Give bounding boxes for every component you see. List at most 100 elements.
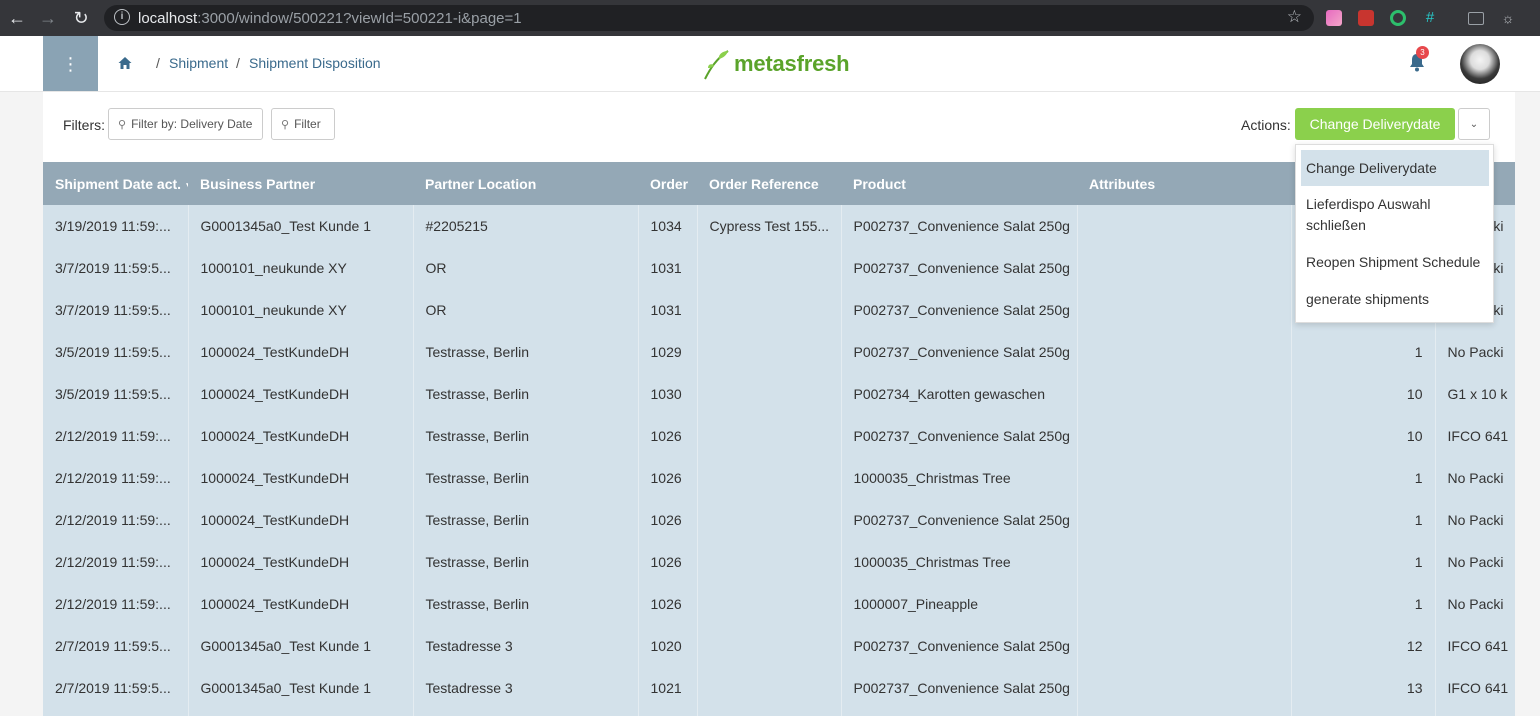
cell-attributes[interactable] [1077, 373, 1292, 415]
cell-order[interactable]: 1031 [638, 247, 698, 289]
table-row[interactable]: 2/7/2019 11:59:5... G0001345a0_Test Kunde… [43, 667, 1515, 709]
cell-partner-location[interactable]: Testrasse, Berlin [413, 415, 639, 457]
cell-order[interactable]: 1021 [638, 667, 698, 709]
cell-packing[interactable]: IFCO 641 [1435, 667, 1515, 709]
url-text[interactable]: localhost:3000/window/500221?viewId=5002… [138, 10, 522, 27]
cell-order[interactable]: 1026 [638, 457, 698, 499]
home-icon[interactable] [117, 55, 133, 71]
cell-order[interactable]: 1031 [638, 289, 698, 331]
cell-order-reference[interactable] [697, 457, 842, 499]
cell-order-reference[interactable] [697, 247, 842, 289]
table-row[interactable]: 3/5/2019 11:59:5... 1000024_TestKundeDH Te… [43, 373, 1515, 415]
menu-item-reopen-shipment-schedule[interactable]: Reopen Shipment Schedule [1301, 252, 1489, 273]
cell-shipment-date[interactable]: 2/12/2019 11:59:... [43, 457, 189, 499]
info-icon[interactable]: i [114, 9, 130, 25]
extension-icon[interactable] [1358, 10, 1374, 26]
cell-order[interactable]: 1029 [638, 331, 698, 373]
cell-quantity[interactable]: 1 [1291, 457, 1436, 499]
cell-product[interactable]: P002734_Karotten gewaschen [841, 373, 1078, 415]
cell-packing[interactable]: G1 x 10 k [1435, 373, 1515, 415]
cell-quantity[interactable]: 1 [1291, 583, 1436, 625]
cell-attributes[interactable] [1077, 247, 1292, 289]
cell-product[interactable]: P002737_Convenience Salat 250g [841, 625, 1078, 667]
cell-order-reference[interactable] [697, 331, 842, 373]
cell-order[interactable]: 1026 [638, 415, 698, 457]
cell-business-partner[interactable]: 1000101_neukunde XY [188, 289, 414, 331]
cell-shipment-date[interactable]: 2/7/2019 11:59:5... [43, 625, 189, 667]
cell-quantity[interactable]: 1 [1291, 331, 1436, 373]
metasfresh-logo[interactable]: metasfresh [702, 47, 850, 81]
address-bar[interactable]: i localhost:3000/window/500221?viewId=50… [104, 5, 1314, 31]
cell-attributes[interactable] [1077, 709, 1292, 716]
cell-partner-location[interactable]: Testrasse, Berlin [413, 541, 639, 583]
cell-partner-location[interactable]: Testadresse 3 [413, 625, 639, 667]
cell-attributes[interactable] [1077, 457, 1292, 499]
cell-shipment-date[interactable]: 2/12/2019 11:59:... [43, 499, 189, 541]
cell-order[interactable]: 1030 [638, 373, 698, 415]
cell-order-reference[interactable] [697, 625, 842, 667]
extension-icon[interactable]: # [1422, 10, 1438, 26]
cell-product[interactable]: P002737_Convenience Salat 250g [841, 667, 1078, 709]
table-row[interactable]: 2/12/2019 11:59:... 1000024_TestKundeDH Te… [43, 541, 1515, 583]
cell-order-reference[interactable] [697, 667, 842, 709]
avatar[interactable] [1460, 44, 1500, 84]
reload-icon[interactable]: ↻ [67, 0, 95, 36]
filter-button[interactable]: ⚲ Filter [271, 108, 335, 140]
cell-partner-location[interactable]: OR [413, 289, 639, 331]
cell-order-reference[interactable] [697, 289, 842, 331]
cell-partner-location[interactable]: Testrasse, Berlin [413, 457, 639, 499]
cell-business-partner[interactable]: 1000024_TestKundeDH [188, 499, 414, 541]
bookmark-star-icon[interactable]: ☆ [1287, 7, 1302, 27]
cell-shipment-date[interactable]: 2/12/2019 11:59:... [43, 415, 189, 457]
cell-product[interactable]: P002737_Convenience Salat 250g [841, 205, 1078, 247]
extension-icon[interactable] [1326, 10, 1342, 26]
column-header-order[interactable]: Order [638, 162, 697, 205]
cell-partner-location[interactable]: Testrasse, Berlin [413, 583, 639, 625]
cell-partner-location[interactable]: Testrasse, Berlin [413, 499, 639, 541]
cell-quantity[interactable]: 13 [1291, 667, 1436, 709]
cell-attributes[interactable] [1077, 289, 1292, 331]
menu-item-lieferdispo-auswahl-schliessen[interactable]: Lieferdispo Auswahl schließen [1301, 194, 1489, 236]
column-header-partner-location[interactable]: Partner Location [413, 162, 638, 205]
cell-order-reference[interactable] [697, 583, 842, 625]
back-icon[interactable]: ← [3, 0, 31, 36]
cell-product[interactable]: 1000035_Christmas Tree [841, 541, 1078, 583]
cell-business-partner[interactable]: 1000024_TestKundeDH [188, 331, 414, 373]
cell-shipment-date[interactable]: 2/12/2019 11:59:... [43, 541, 189, 583]
cast-icon[interactable] [1468, 12, 1484, 25]
cell-shipment-date[interactable]: 3/7/2019 11:59:5... [43, 289, 189, 331]
change-deliverydate-button[interactable]: Change Deliverydate [1295, 108, 1455, 140]
cell-order[interactable]: 1026 [638, 583, 698, 625]
actions-dropdown-toggle[interactable]: ⌄ [1458, 108, 1490, 140]
cell-order-reference[interactable]: Cypress Test 155... [697, 205, 842, 247]
cell-attributes[interactable] [1077, 667, 1292, 709]
cell-shipment-date[interactable]: 2/12/2019 11:59:... [43, 583, 189, 625]
cell-partner-location[interactable]: Testadresse 3 [413, 667, 639, 709]
cell-business-partner[interactable]: 1000024_TestKundeDH [188, 541, 414, 583]
cell-product[interactable] [841, 709, 1078, 716]
cell-attributes[interactable] [1077, 625, 1292, 667]
cell-order-reference[interactable] [697, 499, 842, 541]
cell-partner-location[interactable]: #2205215 [413, 205, 639, 247]
cell-product[interactable]: P002737_Convenience Salat 250g [841, 415, 1078, 457]
cell-partner-location[interactable]: Testrasse, Berlin [413, 331, 639, 373]
table-row[interactable]: 2/7/2019 11:59:5... G0001345a0_Test Kunde… [43, 625, 1515, 667]
cell-shipment-date[interactable] [43, 709, 189, 716]
cell-product[interactable]: P002737_Convenience Salat 250g [841, 499, 1078, 541]
cell-quantity[interactable] [1291, 709, 1436, 716]
cell-partner-location[interactable] [413, 709, 639, 716]
cell-packing[interactable]: No Packi [1435, 499, 1515, 541]
cell-quantity[interactable]: 1 [1291, 541, 1436, 583]
table-row[interactable]: 2/12/2019 11:59:... 1000024_TestKundeDH Te… [43, 457, 1515, 499]
cell-packing[interactable]: IFCO 641 [1435, 625, 1515, 667]
cell-order[interactable] [638, 709, 698, 716]
extension-icon[interactable] [1390, 10, 1406, 26]
column-header-business-partner[interactable]: Business Partner [188, 162, 413, 205]
cell-order[interactable]: 1034 [638, 205, 698, 247]
cell-partner-location[interactable]: Testrasse, Berlin [413, 373, 639, 415]
cell-shipment-date[interactable]: 2/7/2019 11:59:5... [43, 667, 189, 709]
cell-business-partner[interactable]: G0001345a0_Test Kunde 1 [188, 667, 414, 709]
cell-product[interactable]: P002737_Convenience Salat 250g [841, 247, 1078, 289]
cell-order-reference[interactable] [697, 709, 842, 716]
cell-business-partner[interactable]: 1000024_TestKundeDH [188, 457, 414, 499]
